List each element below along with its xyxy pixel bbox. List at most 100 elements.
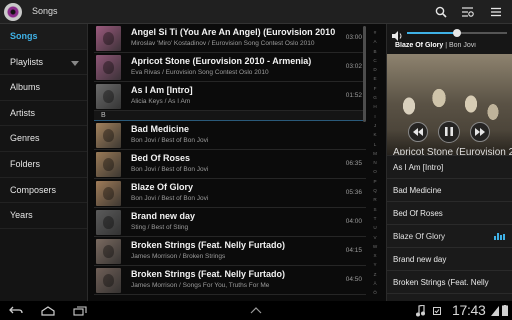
song-duration: 06:35 bbox=[345, 160, 362, 167]
index-letter[interactable]: H bbox=[370, 102, 380, 111]
index-letter[interactable]: A bbox=[370, 37, 380, 46]
alphabet-index[interactable]: # A B C D E F G H I J K L M N O P Q R S T U V W X Y Z Ä Ö bbox=[370, 28, 380, 298]
nav-item-label: Playlists bbox=[10, 56, 44, 67]
index-letter[interactable]: C bbox=[370, 56, 380, 65]
index-letter[interactable]: R bbox=[370, 195, 380, 204]
library-nav: Songs Playlists Albums Artists Genres Fo… bbox=[0, 24, 88, 301]
index-letter[interactable]: # bbox=[370, 28, 380, 37]
index-letter[interactable]: V bbox=[370, 233, 380, 242]
song-row[interactable]: Bad Medicine Bon Jovi / Best of Bon Jovi bbox=[94, 121, 366, 150]
music-disc-icon[interactable] bbox=[4, 3, 22, 21]
index-letter[interactable]: S bbox=[370, 205, 380, 214]
queue-item[interactable]: Bed Of Roses bbox=[387, 202, 512, 225]
song-row[interactable]: Broken Strings (Feat. Nelly Furtado) Jam… bbox=[94, 237, 366, 266]
back-icon[interactable] bbox=[8, 303, 24, 318]
song-title: Blaze Of Glory bbox=[131, 182, 194, 192]
song-row[interactable]: Brand new day Sting / Best of Sting 04:0… bbox=[94, 208, 366, 237]
volume-knob[interactable] bbox=[453, 29, 461, 37]
song-row[interactable]: Apricot Stone (Eurovision 2010 - Armenia… bbox=[94, 53, 366, 82]
index-letter[interactable]: W bbox=[370, 242, 380, 251]
index-letter[interactable]: L bbox=[370, 140, 380, 149]
nav-item-artists[interactable]: Artists bbox=[0, 101, 87, 127]
overflow-menu-icon[interactable] bbox=[487, 3, 505, 21]
index-letter[interactable]: O bbox=[370, 167, 380, 176]
index-letter[interactable]: Y bbox=[370, 260, 380, 269]
nav-item-albums[interactable]: Albums bbox=[0, 75, 87, 101]
search-icon[interactable] bbox=[432, 3, 450, 21]
index-letter[interactable]: J bbox=[370, 121, 380, 130]
chevron-up-icon[interactable] bbox=[248, 303, 264, 318]
song-artist-album: James Morrison / Songs For You, Truths F… bbox=[131, 282, 270, 289]
previous-button[interactable] bbox=[408, 122, 428, 142]
index-letter[interactable]: D bbox=[370, 65, 380, 74]
song-row[interactable]: As I Am [Intro] Alicia Keys / As I Am 01… bbox=[94, 82, 366, 111]
queue-item-playing[interactable]: Blaze Of Glory bbox=[387, 225, 512, 248]
nav-item-playlists[interactable]: Playlists bbox=[0, 50, 87, 76]
battery-icon bbox=[500, 303, 510, 318]
equalizer-settings-icon[interactable] bbox=[458, 3, 476, 21]
nav-item-folders[interactable]: Folders bbox=[0, 152, 87, 178]
index-letter[interactable]: B bbox=[370, 47, 380, 56]
index-letter[interactable]: F bbox=[370, 84, 380, 93]
recent-apps-icon[interactable] bbox=[72, 303, 88, 318]
queue-item[interactable]: Broken Strings (Feat. Nelly bbox=[387, 271, 512, 294]
previous-icon bbox=[413, 123, 423, 141]
song-row[interactable]: Broken Strings (Feat. Nelly Furtado) Jam… bbox=[94, 266, 366, 295]
song-artist-album: Bon Jovi / Best of Bon Jovi bbox=[131, 137, 209, 144]
song-row[interactable]: Bed Of Roses Bon Jovi / Best of Bon Jovi… bbox=[94, 150, 366, 179]
now-playing-panel: Blaze Of Glory | Bon Jovi Apricot Stone … bbox=[386, 24, 512, 301]
index-letter[interactable]: T bbox=[370, 214, 380, 223]
song-row[interactable]: Blaze Of Glory Bon Jovi / Best of Bon Jo… bbox=[94, 179, 366, 208]
index-letter[interactable]: M bbox=[370, 149, 380, 158]
song-list[interactable]: Angel Si Ti (You Are An Angel) (Eurovisi… bbox=[94, 24, 366, 301]
queue-item[interactable]: Apricot Stone (Eurovision 2 bbox=[387, 143, 512, 156]
song-title: As I Am [Intro] bbox=[131, 85, 193, 95]
now-playing-header: Blaze Of Glory | Bon Jovi bbox=[387, 24, 512, 54]
index-letter[interactable]: K bbox=[370, 130, 380, 139]
queue-item[interactable]: As I Am [Intro] bbox=[387, 156, 512, 179]
index-letter[interactable]: E bbox=[370, 74, 380, 83]
song-duration: 03:00 bbox=[345, 34, 362, 41]
song-duration: 03:02 bbox=[345, 63, 362, 70]
index-letter[interactable]: N bbox=[370, 158, 380, 167]
next-button[interactable] bbox=[470, 122, 490, 142]
index-letter[interactable]: Ä bbox=[370, 279, 380, 288]
system-bar: 17:43 bbox=[0, 301, 512, 320]
album-art-thumbnail bbox=[96, 26, 121, 51]
index-letter[interactable]: Z bbox=[370, 270, 380, 279]
nav-item-genres[interactable]: Genres bbox=[0, 126, 87, 152]
queue-item[interactable]: Bad Medicine bbox=[387, 179, 512, 202]
album-art-thumbnail bbox=[96, 239, 121, 264]
volume-slider[interactable] bbox=[407, 29, 507, 37]
wifi-icon bbox=[490, 303, 500, 318]
index-letter[interactable]: X bbox=[370, 251, 380, 260]
play-queue[interactable]: Apricot Stone (Eurovision 2 As I Am [Int… bbox=[387, 143, 512, 294]
index-letter[interactable]: U bbox=[370, 223, 380, 232]
list-scrollbar[interactable] bbox=[363, 26, 366, 122]
app-title: Songs bbox=[32, 6, 58, 16]
song-artist-album: Eva Rivas / Eurovision Song Contest Oslo… bbox=[131, 69, 269, 76]
pause-button[interactable] bbox=[438, 121, 460, 143]
song-title: Angel Si Ti (You Are An Angel) (Eurovisi… bbox=[131, 27, 336, 37]
song-artist-album: James Morrison / Broken Strings bbox=[131, 253, 226, 260]
song-duration: 04:50 bbox=[345, 276, 362, 283]
section-header: B bbox=[94, 111, 366, 121]
next-icon bbox=[475, 123, 485, 141]
index-letter[interactable]: Q bbox=[370, 186, 380, 195]
index-letter[interactable]: P bbox=[370, 177, 380, 186]
song-artist-album: Sting / Best of Sting bbox=[131, 224, 189, 231]
nav-item-composers[interactable]: Composers bbox=[0, 178, 87, 204]
now-playing-title: Blaze Of Glory bbox=[395, 42, 444, 49]
status-clock: 17:43 bbox=[452, 302, 486, 318]
nav-item-songs[interactable]: Songs bbox=[0, 24, 87, 50]
song-row[interactable]: Angel Si Ti (You Are An Angel) (Eurovisi… bbox=[94, 24, 366, 53]
nav-item-years[interactable]: Years bbox=[0, 203, 87, 229]
album-art-thumbnail bbox=[96, 152, 121, 177]
index-letter[interactable]: I bbox=[370, 112, 380, 121]
action-bar: Songs bbox=[0, 0, 512, 24]
index-letter[interactable]: G bbox=[370, 93, 380, 102]
album-art-thumbnail bbox=[96, 123, 121, 148]
queue-item[interactable]: Brand new day bbox=[387, 248, 512, 271]
index-letter[interactable]: Ö bbox=[370, 288, 380, 297]
home-icon[interactable] bbox=[40, 303, 56, 318]
